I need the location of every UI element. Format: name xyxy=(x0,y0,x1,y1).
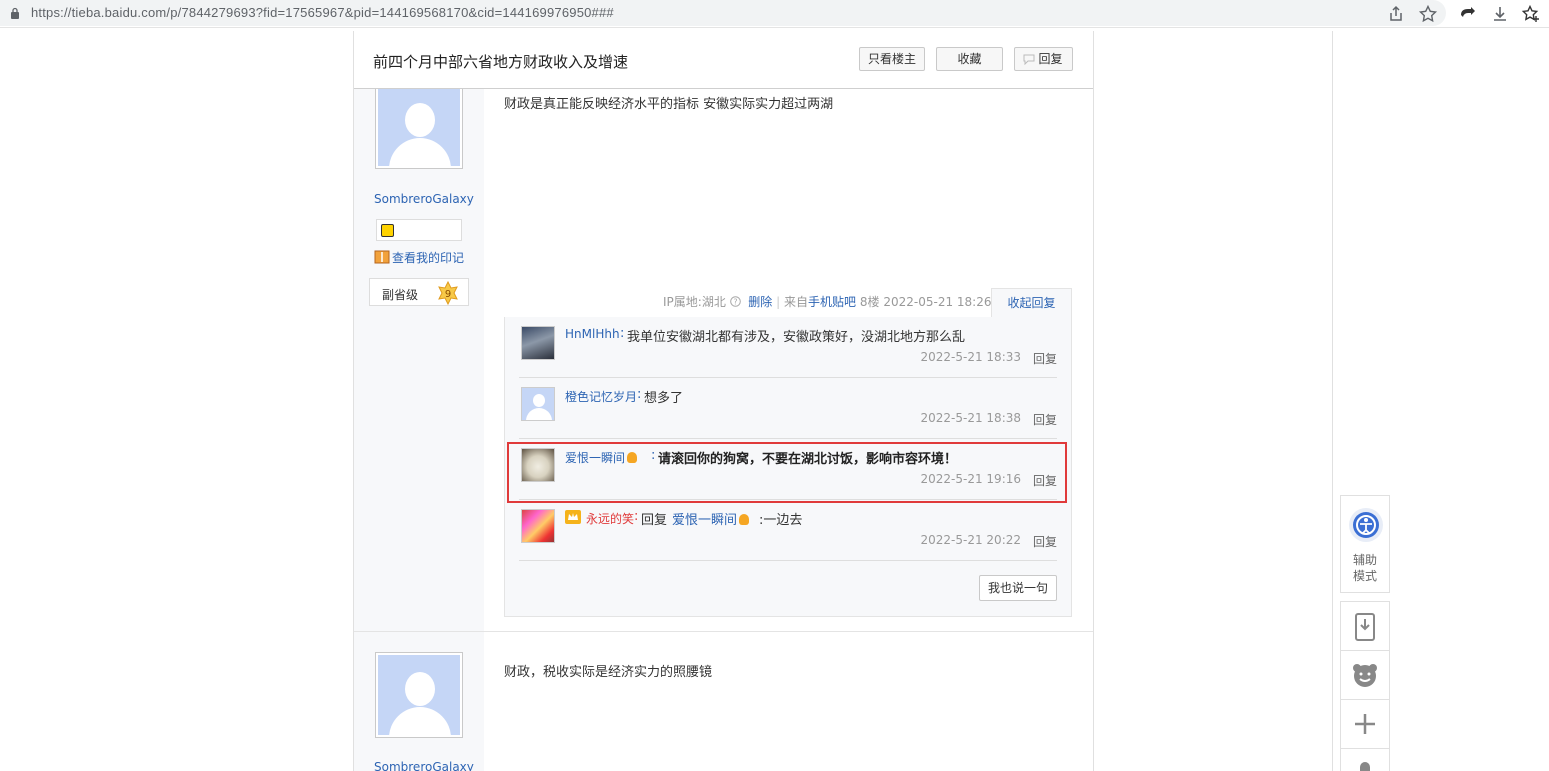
level-star-icon: 9 xyxy=(438,281,458,305)
thread-content: 前四个月中部六省地方财政收入及增速 只看楼主 收藏 回复 SombreroGal… xyxy=(353,31,1094,771)
reply-author[interactable]: HnMlHhh xyxy=(565,327,620,341)
avatar[interactable] xyxy=(375,652,463,738)
collect-button[interactable]: 收藏 xyxy=(936,47,1003,71)
bear-icon xyxy=(1353,664,1377,687)
ip-location: IP属地:湖北 xyxy=(663,295,726,309)
reply-author[interactable]: 永远的笑 xyxy=(586,510,634,527)
browser-toolbar: https://tieba.baidu.com/p/7844279693?fid… xyxy=(0,0,1549,28)
thread-header: 前四个月中部六省地方财政收入及增速 只看楼主 收藏 回复 xyxy=(354,31,1093,89)
delete-link[interactable]: 删除 xyxy=(748,295,772,309)
post-divider xyxy=(354,631,1093,632)
reply-link[interactable]: 回复 xyxy=(1033,350,1057,367)
view-yinji-link[interactable]: 查看我的印记 xyxy=(392,249,464,266)
say-something-button[interactable]: 我也说一句 xyxy=(979,575,1057,601)
level-name: 副省级 xyxy=(382,288,419,302)
avatar[interactable] xyxy=(375,83,463,169)
assist-label-1: 辅助 xyxy=(1352,553,1377,567)
reply-time: 2022-5-21 18:38 xyxy=(920,411,1022,425)
reply-link[interactable]: 回复 xyxy=(1033,411,1057,428)
plus-icon xyxy=(1355,714,1375,734)
reply-prefix: 回复 xyxy=(641,513,668,528)
reply-link[interactable]: 回复 xyxy=(1033,533,1057,550)
reply-author[interactable]: 橙色记忆岁月 xyxy=(565,388,637,405)
list-item: 永远的笑 : 回复 爱恨一瞬间 :一边去 2022-5-21 20:22 回复 xyxy=(519,500,1057,561)
lock-icon xyxy=(11,7,19,19)
default-avatar-icon xyxy=(378,86,460,166)
reply-text: 我单位安徽湖北都有涉及，安徽政策好，没湖北地方那么乱 xyxy=(627,330,966,345)
favorites-icon[interactable] xyxy=(1521,4,1541,24)
comment-icon xyxy=(1023,54,1035,65)
assist-mode-button[interactable]: 辅助 模式 xyxy=(1340,495,1390,593)
reply-avatar[interactable] xyxy=(521,387,555,421)
reply-colon: : xyxy=(634,509,639,524)
author-name[interactable]: SombreroGalaxy xyxy=(374,760,474,771)
reply-time: 2022-5-21 20:22 xyxy=(920,533,1022,547)
hand-icon xyxy=(739,514,750,525)
reply-button-label: 回复 xyxy=(1038,52,1063,66)
reply-button[interactable]: 回复 xyxy=(1014,47,1073,71)
level-number: 9 xyxy=(445,289,451,300)
reply-colon: : xyxy=(637,387,642,402)
author-name[interactable]: SombreroGalaxy xyxy=(374,192,474,206)
member-badge xyxy=(376,219,462,241)
from-prefix: 来自 xyxy=(784,295,809,309)
reply-target-name: 爱恨一瞬间 xyxy=(672,513,738,528)
download-app-button[interactable] xyxy=(1340,601,1390,651)
reply-avatar[interactable] xyxy=(521,509,555,543)
vip-crown-icon xyxy=(565,510,581,524)
download-icon[interactable] xyxy=(1490,4,1510,24)
bell-icon xyxy=(1360,762,1370,771)
address-bar[interactable]: https://tieba.baidu.com/p/7844279693?fid… xyxy=(0,0,1446,26)
post-tail: IP属地:湖北 ? 删除 | 来自手机贴吧 8楼 2022-05-21 18:2… xyxy=(663,295,992,309)
reply-avatar[interactable] xyxy=(521,326,555,360)
reply-target[interactable]: 爱恨一瞬间 xyxy=(672,509,750,528)
floor-number: 8楼 xyxy=(859,295,880,309)
notification-button[interactable] xyxy=(1340,748,1390,771)
extension-icon[interactable] xyxy=(1458,4,1478,24)
page-right-border xyxy=(1332,31,1333,771)
assist-label-2: 模式 xyxy=(1352,569,1377,583)
only-op-button[interactable]: 只看楼主 xyxy=(859,47,925,71)
from-client-link[interactable]: 手机贴吧 xyxy=(808,295,856,309)
share-icon[interactable] xyxy=(1386,4,1406,24)
post-time: 2022-05-21 18:26 xyxy=(883,295,992,309)
highlight-box xyxy=(507,442,1067,503)
thread-title: 前四个月中部六省地方财政收入及增速 xyxy=(373,53,629,71)
post-content: 财政，税收实际是经济实力的照腰镜 xyxy=(504,665,713,680)
star-icon[interactable] xyxy=(1418,4,1438,24)
reply-text: :一边去 xyxy=(759,513,803,528)
reply-text: 想多了 xyxy=(644,391,684,406)
svg-text:?: ? xyxy=(733,298,737,307)
phone-download-icon xyxy=(1355,613,1375,641)
mascot-button[interactable] xyxy=(1340,650,1390,700)
accessibility-icon xyxy=(1349,508,1383,542)
badge-icon xyxy=(381,224,394,237)
url-text: https://tieba.baidu.com/p/7844279693?fid… xyxy=(31,5,614,20)
help-icon: ? xyxy=(729,296,741,307)
list-item: HnMlHhh : 我单位安徽湖北都有涉及，安徽政策好，没湖北地方那么乱 202… xyxy=(519,317,1057,378)
level-badge: 副省级 9 xyxy=(369,278,469,306)
default-avatar-icon xyxy=(378,655,460,735)
add-button[interactable] xyxy=(1340,699,1390,749)
book-icon xyxy=(374,250,390,264)
list-item: 橙色记忆岁月 : 想多了 2022-5-21 18:38 回复 xyxy=(519,378,1057,439)
post-content: 财政是真正能反映经济水平的指标 安徽实际实力超过两湖 xyxy=(504,97,834,112)
reply-colon: : xyxy=(620,326,625,341)
collapse-replies-tab[interactable]: 收起回复 xyxy=(991,288,1072,318)
reply-time: 2022-5-21 18:33 xyxy=(920,350,1022,364)
